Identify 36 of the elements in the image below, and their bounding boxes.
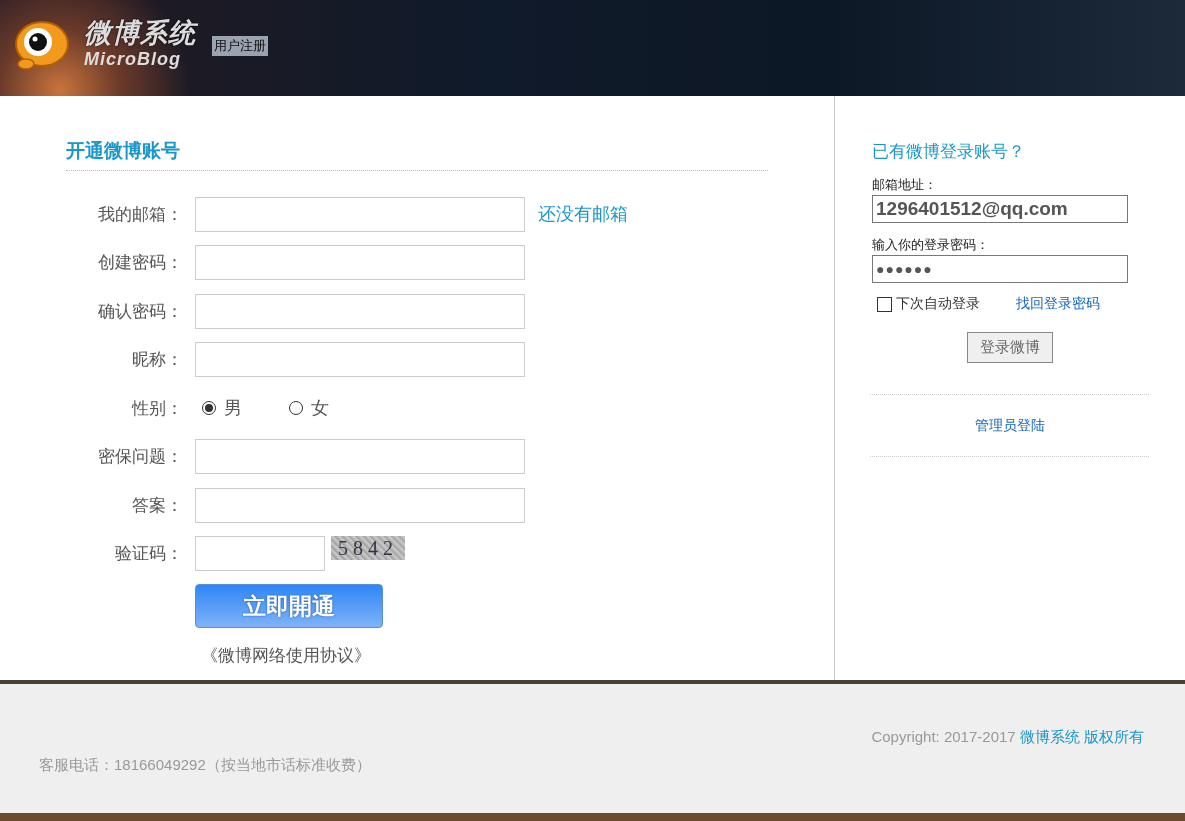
field-label: 密保问题： — [97, 446, 183, 469]
email-input[interactable]: 1296401512@qq.com — [872, 195, 1128, 223]
text-input[interactable] — [195, 196, 525, 232]
agreement-link[interactable]: 《微博网络使用协议》 — [201, 644, 371, 667]
text-input[interactable] — [195, 245, 525, 281]
field-label: 答案： — [131, 494, 183, 517]
text-input[interactable] — [195, 487, 525, 523]
gender-radio[interactable]: 女 — [289, 396, 329, 421]
field-label: 邮箱地址： — [872, 176, 938, 194]
captcha-input[interactable] — [195, 536, 325, 572]
captcha-image[interactable]: 5842 — [331, 536, 405, 561]
logo-subtitle: MicroBlog — [84, 49, 182, 69]
text-input[interactable] — [195, 342, 525, 378]
field-label: 昵称： — [131, 349, 183, 372]
admin-login-link[interactable]: 管理员登陆 — [974, 416, 1045, 435]
logo-title: 微博系统 — [84, 17, 196, 49]
password-input[interactable]: ●●●●●● — [872, 255, 1128, 283]
copyright-text: Copyright: 2017-2017 — [871, 728, 1016, 745]
gender-radio[interactable]: 男 — [202, 396, 242, 421]
field-label: 验证码： — [114, 543, 183, 566]
phone-text: 客服电话：18166049292（按当地市话标准收费） — [38, 755, 372, 775]
text-input[interactable] — [195, 439, 525, 475]
field-label: 创建密码： — [97, 252, 183, 275]
field-label: 性别： — [130, 397, 183, 420]
field-label: 确认密码： — [97, 300, 183, 323]
checkbox-icon[interactable] — [877, 296, 892, 312]
login-title: 已有微博登录账号？ — [872, 141, 1026, 163]
field-label: 输入你的登录密码： — [872, 236, 990, 254]
text-input[interactable] — [195, 293, 525, 329]
page-title: 用户注册 — [212, 36, 268, 56]
remember-checkbox[interactable]: 下次自动登录 — [877, 295, 980, 313]
forgot-password-link[interactable]: 找回登录密码 — [1016, 295, 1100, 313]
section-title: 开通微博账号 — [66, 138, 768, 171]
login-button[interactable]: 登录微博 — [967, 332, 1053, 363]
field-label: 我的邮箱： — [97, 203, 183, 226]
no-email-link[interactable]: 还没有邮箱 — [538, 202, 628, 227]
